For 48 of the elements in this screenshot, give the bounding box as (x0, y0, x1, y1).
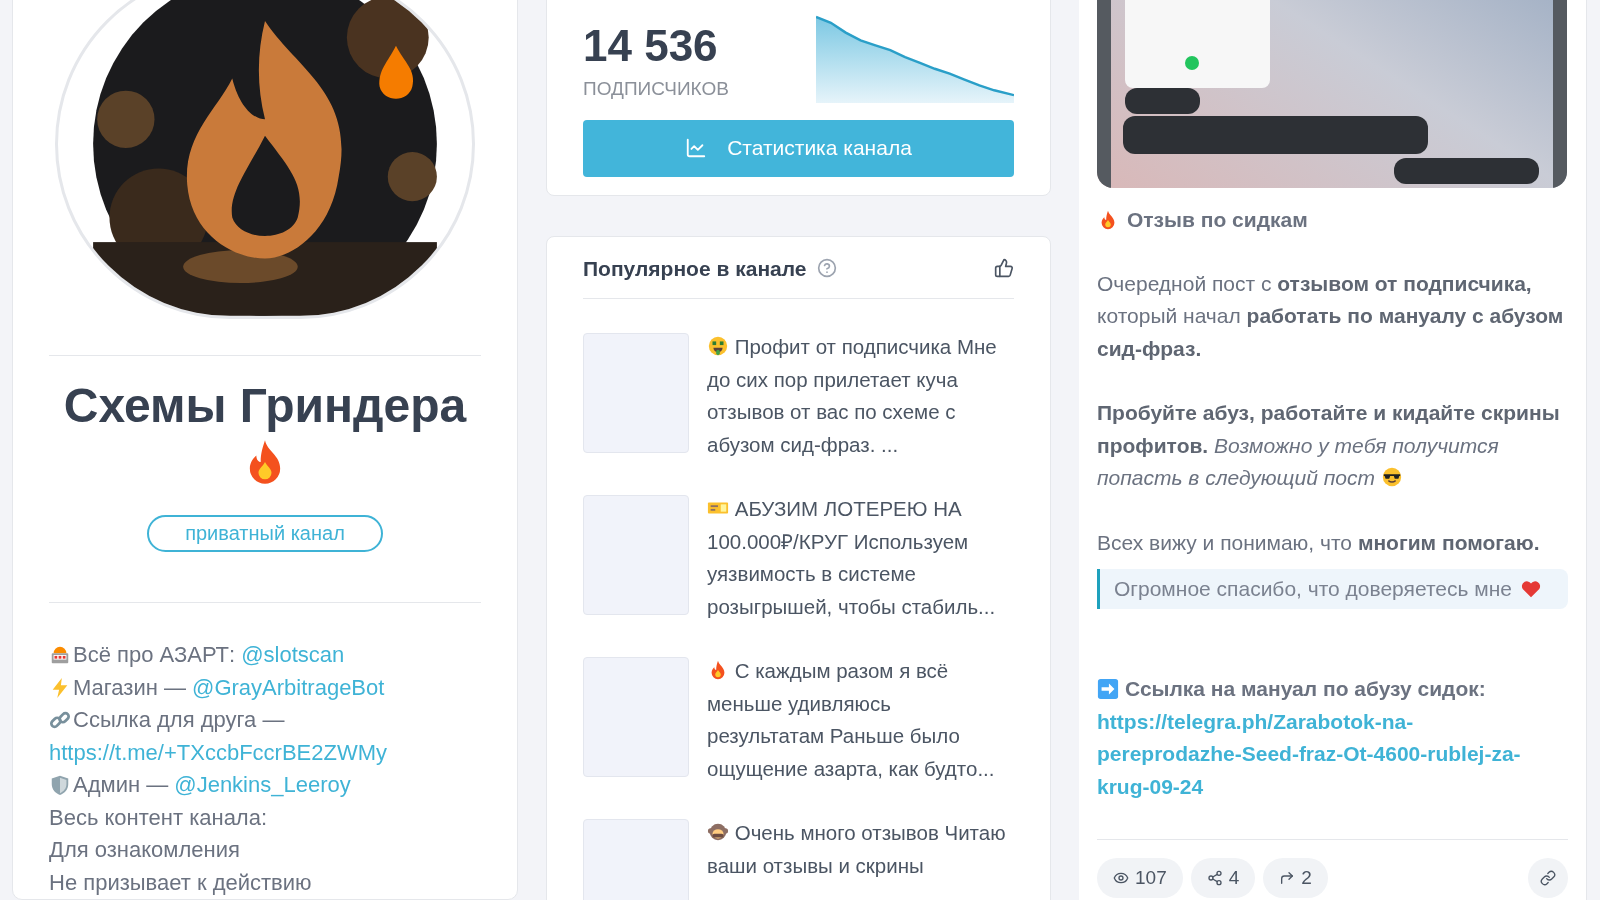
description-line: Админ — @Jenkins_Leeroy (73, 771, 351, 799)
forwards-counter: 2 (1263, 858, 1328, 898)
link-label: Ссылка на мануал по абузу сидок: (1125, 676, 1486, 702)
link[interactable]: @Jenkins_Leeroy (174, 772, 351, 797)
popular-post-text[interactable]: С каждым разом я всё меньше удивляюсь результатам Раньше было ощущение азарта, как будто... (707, 655, 1013, 785)
post-thumbnail[interactable] (583, 495, 689, 615)
post-paragraph: Всех вижу и понимаю, что многим помогаю. (1097, 529, 1541, 556)
heart-icon (1519, 578, 1542, 600)
link[interactable]: @GrayArbitrageBot (192, 674, 385, 700)
post-paragraph: Очередной пост с отзывом от подписчика, который начал работать по мануалу с абузом сид-фраз. (1097, 270, 1565, 362)
description-line: Всё про АЗАРТ: @slotscan (73, 641, 345, 669)
shield-icon (49, 774, 71, 797)
thumbs-up-icon[interactable] (994, 258, 1014, 279)
description-line: Магазин — @GrayArbitrageBot (73, 673, 385, 702)
popular-post-text[interactable]: АБУЗИМ ЛОТЕРЕЮ НА 100.000₽/КРУГ Используем уязвимость в системе розыгрышей, чтобы стабиль... (707, 493, 1013, 623)
quote-block: Огромное спасибо, что доверяетесь мне (1097, 569, 1568, 609)
link-icon (1540, 870, 1556, 886)
link[interactable]: https://t.me/+TXccbFccrBE2ZWMy (49, 736, 387, 769)
forward-icon (1279, 870, 1296, 886)
post-title: Отзыв по сидкам (1127, 207, 1308, 233)
private-channel-badge: приватный канал (147, 514, 383, 552)
description-line: Не призывает к действию (49, 868, 312, 897)
post-thumbnail[interactable] (583, 333, 689, 453)
shares-counter: 4 (1190, 858, 1256, 898)
post-paragraph: Пробуйте абуз, работайте и кидайте скрины профитов. Возможно у тебя получится попасть в следующий пост (1097, 400, 1561, 491)
help-icon[interactable] (816, 258, 837, 279)
views-counter: 107 (1097, 858, 1183, 898)
share-icon (1206, 870, 1223, 886)
link[interactable]: @slotscan (241, 642, 345, 667)
description-line: Весь контент канала: (49, 803, 268, 832)
money-face-icon (707, 335, 729, 357)
channel-title: Схемы Гриндера (63, 375, 467, 499)
monkey-icon (707, 821, 729, 843)
sunglasses-face-icon (1380, 466, 1403, 488)
chart-icon (685, 137, 708, 159)
section-title: Популярное в канале (583, 255, 807, 282)
description-line: Ссылка для друга — (73, 706, 285, 734)
post-thumbnail[interactable] (583, 657, 689, 777)
arrow-right-icon (1097, 678, 1119, 701)
subscriber-label: ПОДПИСЧИКОВ (583, 77, 729, 101)
channel-stats-button[interactable]: Статистика канала (583, 119, 1014, 177)
manual-link[interactable]: https://telegra.ph/Zarabotok-na-pereprodazhe-Seed-fraz-Ot-4600-rublej-za-krug-09-24 (1097, 705, 1568, 803)
subscriber-count: 14 536 (583, 21, 719, 71)
description-line: Для ознакомления (49, 836, 240, 864)
popular-post-text[interactable]: Профит от подписчика Мне до сих пор прилетает куча отзывов от вас по схеме с абузом сид-фраз. ... (707, 331, 1013, 461)
eye-icon (1113, 870, 1129, 886)
copy-link-button[interactable] (1528, 858, 1568, 898)
popular-post-text[interactable]: Очень много отзывов Читаю ваши отзывы и скрины (707, 817, 1013, 900)
